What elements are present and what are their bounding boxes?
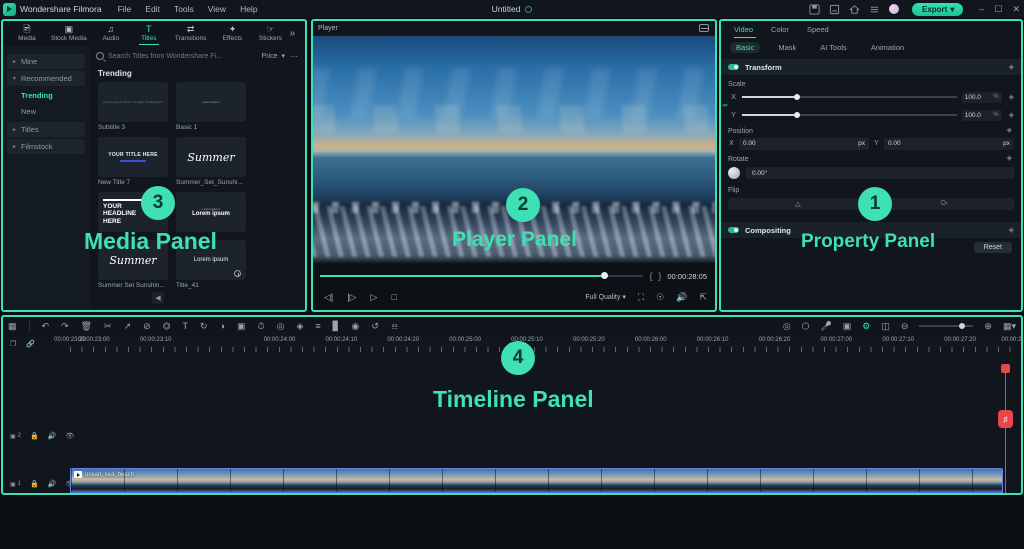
list-icon[interactable] bbox=[869, 4, 880, 15]
save-as-icon[interactable] bbox=[829, 4, 840, 15]
maximize-icon[interactable]: ☐ bbox=[994, 4, 1002, 15]
minimize-icon[interactable]: – bbox=[979, 4, 984, 14]
annotation-label-property-panel: Property Panel bbox=[801, 231, 935, 253]
media-panel-highlight bbox=[1, 19, 307, 312]
export-button-label: Export bbox=[922, 5, 947, 14]
menu-item-file[interactable]: File bbox=[118, 4, 132, 14]
annotation-badge-3: 3 bbox=[141, 186, 175, 220]
close-icon[interactable]: ✕ bbox=[1012, 4, 1020, 15]
menu-item-view[interactable]: View bbox=[208, 4, 226, 14]
menu-bar: File Edit Tools View Help bbox=[118, 4, 258, 14]
property-panel-highlight bbox=[719, 19, 1023, 312]
export-button[interactable]: Export ▾ bbox=[912, 3, 963, 16]
annotation-badge-1: 1 bbox=[858, 187, 892, 221]
annotation-label-timeline-panel: Timeline Panel bbox=[433, 386, 594, 413]
titlebar-actions: Export ▾ – ☐ ✕ bbox=[809, 0, 1020, 18]
annotation-label-media-panel: Media Panel bbox=[84, 228, 217, 255]
player-panel-highlight bbox=[311, 19, 717, 312]
home-icon[interactable] bbox=[849, 4, 860, 15]
filmora-window: Wondershare Filmora File Edit Tools View… bbox=[0, 0, 1024, 549]
filmora-logo-icon bbox=[3, 3, 16, 16]
annotation-badge-4: 4 bbox=[501, 341, 535, 375]
cloud-sync-icon bbox=[525, 6, 532, 13]
window-controls: – ☐ ✕ bbox=[979, 4, 1020, 15]
annotation-label-player-panel: Player Panel bbox=[452, 228, 577, 252]
save-icon[interactable] bbox=[809, 4, 820, 15]
app-brand-label: Wondershare Filmora bbox=[20, 4, 102, 14]
annotation-badge-2: 2 bbox=[506, 188, 540, 222]
chevron-down-icon: ▾ bbox=[950, 5, 954, 14]
avatar[interactable] bbox=[889, 4, 899, 14]
menu-item-tools[interactable]: Tools bbox=[174, 4, 194, 14]
menu-item-edit[interactable]: Edit bbox=[145, 4, 160, 14]
menu-item-help[interactable]: Help bbox=[240, 4, 257, 14]
title-bar: Wondershare Filmora File Edit Tools View… bbox=[0, 0, 1024, 18]
document-title-text: Untitled bbox=[492, 4, 521, 14]
